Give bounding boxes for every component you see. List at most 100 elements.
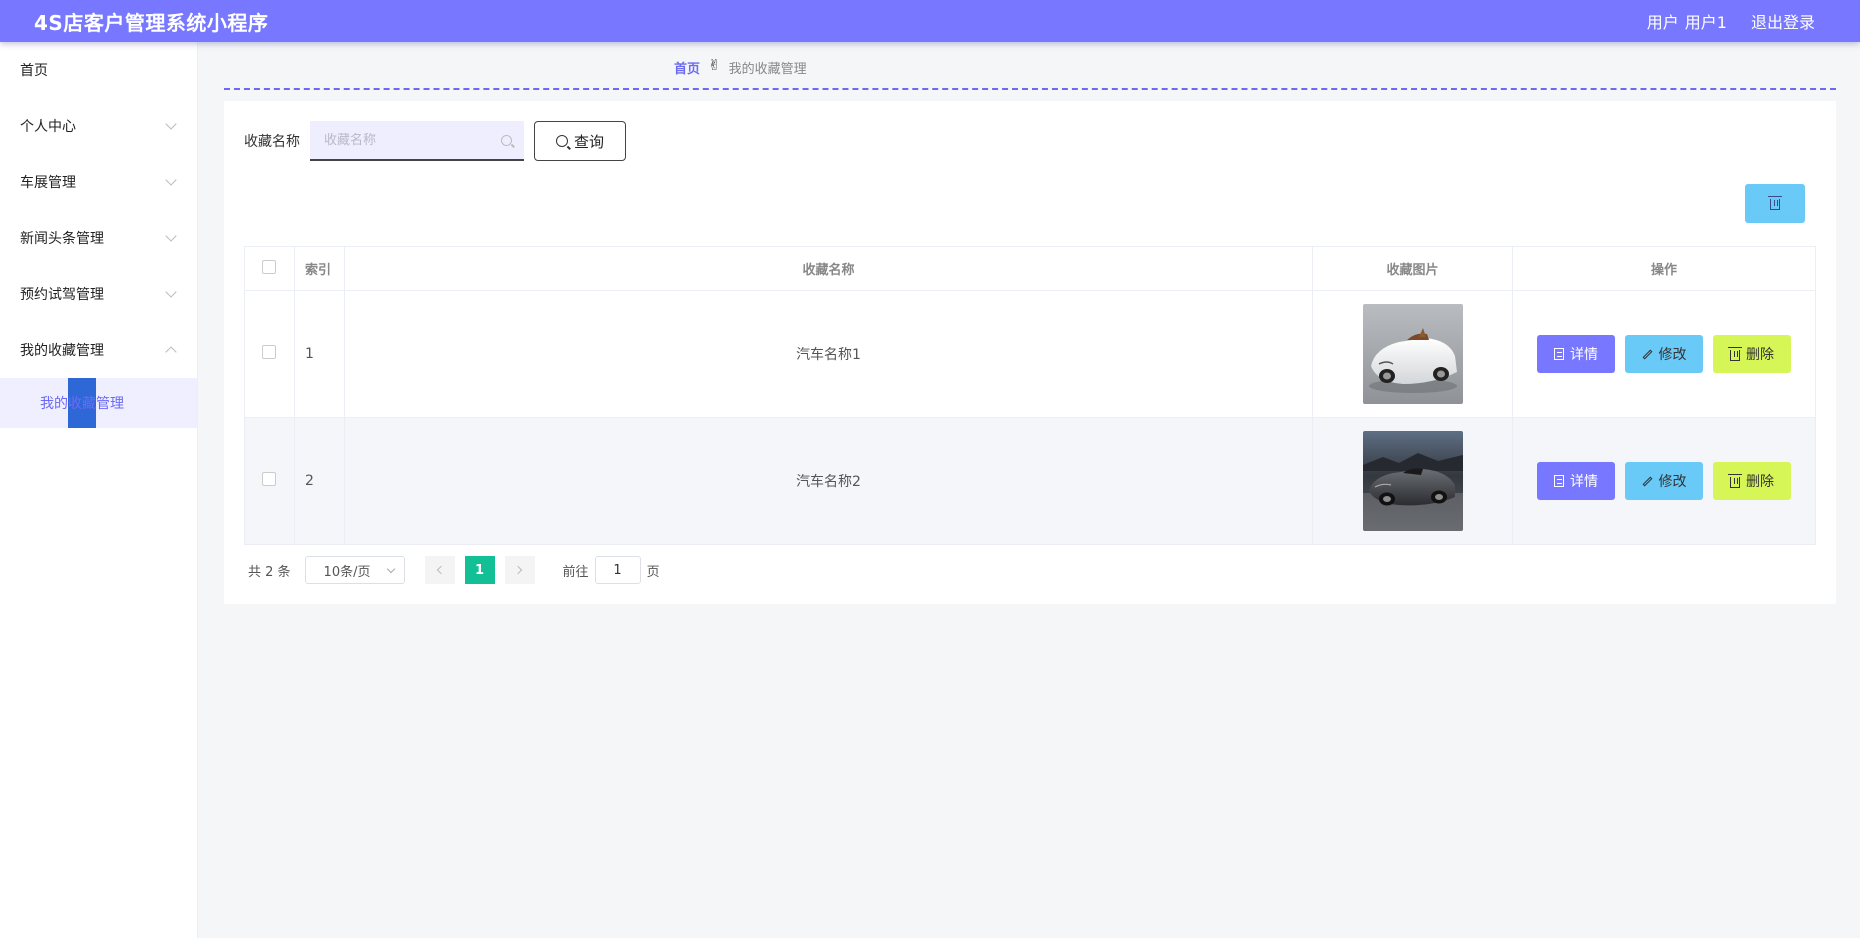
select-all-cell	[244, 246, 295, 291]
search-box	[310, 121, 524, 161]
chevron-down-icon	[165, 230, 177, 242]
car-photo[interactable]	[1362, 431, 1463, 531]
prev-page-button[interactable]	[424, 556, 455, 584]
page-number-current[interactable]: 1	[464, 556, 495, 584]
detail-button-label: 详情	[1570, 347, 1598, 363]
edit-icon	[1642, 476, 1652, 486]
page-size-select[interactable]: 10条/页	[304, 556, 405, 584]
trash-icon	[1768, 196, 1782, 210]
edit-button[interactable]: 修改	[1625, 335, 1703, 373]
sidebar-item-label: 个人中心	[20, 119, 76, 135]
select-all-checkbox[interactable]	[262, 259, 277, 274]
header-ops: 操作	[1512, 246, 1816, 291]
header-image: 收藏图片	[1312, 246, 1514, 291]
edit-button-label: 修改	[1658, 474, 1687, 490]
user-prefix: 用户	[1646, 13, 1679, 32]
table-header-row: 索引 收藏名称 收藏图片 操作	[244, 246, 1816, 291]
breadcrumb-home[interactable]: 首页	[674, 58, 700, 77]
chevron-left-icon	[436, 565, 446, 575]
main-panel: 收藏名称 查询 索引 收藏名称 收藏图片 操作 1 汽车名称1	[224, 101, 1836, 604]
sidebar-item-label: 我的收藏管理	[20, 343, 104, 359]
row-index: 1	[293, 290, 345, 418]
row-actions: 详情 修改 删除	[1513, 335, 1815, 373]
sidebar-item-label: 首页	[20, 63, 48, 79]
row-ops-cell: 详情 修改 删除	[1512, 417, 1816, 545]
delete-button[interactable]: 删除	[1713, 335, 1791, 373]
search-input[interactable]	[324, 132, 494, 148]
sidebar-item-news[interactable]: 新闻头条管理	[0, 210, 197, 266]
sidebar-item-home[interactable]: 首页	[0, 42, 197, 98]
sidebar-subitem-favorites[interactable]: 我的收藏管理	[0, 378, 197, 428]
breadcrumb-current: 我的收藏管理	[728, 62, 807, 77]
sidebar-item-label: 车展管理	[20, 175, 76, 191]
search-label: 收藏名称	[244, 134, 300, 150]
header-name: 收藏名称	[343, 246, 1314, 291]
batch-delete-button[interactable]	[1745, 184, 1805, 223]
goto-suffix: 页	[646, 564, 660, 580]
detail-button-label: 详情	[1570, 474, 1598, 490]
logout-button[interactable]: 退出登录	[1751, 9, 1815, 33]
header-index: 索引	[293, 246, 345, 291]
pagination-total: 共 2 条	[248, 564, 291, 580]
sidebar-item-car-show[interactable]: 车展管理	[0, 154, 197, 210]
row-index: 2	[293, 417, 345, 545]
chevron-down-icon	[165, 118, 177, 130]
breadcrumb: 首页 ✌ 我的收藏管理	[224, 58, 1836, 90]
favorites-table: 索引 收藏名称 收藏图片 操作 1 汽车名称1 详情 修改 删除 2 汽车名称2…	[244, 246, 1816, 545]
detail-button[interactable]: 详情	[1537, 462, 1615, 500]
hand-icon: ✌	[708, 56, 721, 74]
row-actions: 详情 修改 删除	[1513, 462, 1815, 500]
sidebar-item-test-drive[interactable]: 预约试驾管理	[0, 266, 197, 322]
search-row: 收藏名称 查询	[244, 121, 626, 161]
delete-button-label: 删除	[1746, 474, 1774, 490]
user-name: 用户1	[1684, 13, 1727, 32]
chevron-right-icon	[513, 565, 523, 575]
document-icon	[1554, 475, 1564, 487]
delete-button-label: 删除	[1746, 347, 1774, 363]
page-size-value: 10条/页	[323, 564, 371, 580]
sidebar: 首页 个人中心 车展管理 新闻头条管理 预约试驾管理 我的收藏管理 我的收藏管理	[0, 42, 198, 938]
search-icon	[555, 135, 568, 147]
detail-button[interactable]: 详情	[1537, 335, 1615, 373]
chevron-up-icon	[165, 346, 177, 358]
goto-prefix: 前往	[562, 564, 589, 580]
goto-page-input[interactable]	[594, 556, 641, 584]
search-icon	[501, 134, 512, 146]
header-right: 用户 用户1 退出登录	[1647, 9, 1815, 33]
edit-button-label: 修改	[1658, 347, 1687, 363]
next-page-button[interactable]	[504, 556, 535, 584]
chevron-down-icon	[165, 174, 177, 186]
sidebar-item-label: 新闻头条管理	[20, 231, 104, 247]
row-name: 汽车名称2	[343, 417, 1314, 545]
goto-page: 前往 页	[563, 556, 660, 584]
row-ops-cell: 详情 修改 删除	[1512, 290, 1816, 418]
app-title: 4S店客户管理系统小程序	[34, 10, 269, 35]
chevron-down-icon	[386, 564, 395, 573]
document-icon	[1554, 348, 1564, 360]
row-check-cell	[244, 290, 295, 418]
table-row: 2 汽车名称2 详情 修改 删除	[244, 417, 1816, 545]
pagination: 共 2 条 10条/页 1 前往 页	[248, 556, 660, 584]
trash-icon	[1728, 473, 1742, 488]
row-name: 汽车名称1	[343, 290, 1314, 418]
row-check-cell	[244, 417, 295, 545]
query-button[interactable]: 查询	[534, 121, 626, 161]
query-button-label: 查询	[573, 132, 604, 151]
table-row: 1 汽车名称1 详情 修改 删除	[244, 290, 1816, 418]
sidebar-subitem-label: 我的收藏管理	[40, 396, 124, 412]
top-header: 4S店客户管理系统小程序 用户 用户1 退出登录	[0, 0, 1860, 42]
edit-icon	[1642, 349, 1652, 359]
row-checkbox[interactable]	[262, 345, 277, 359]
sidebar-item-label: 预约试驾管理	[20, 287, 104, 303]
trash-icon	[1728, 346, 1742, 361]
row-checkbox[interactable]	[262, 472, 277, 486]
edit-button[interactable]: 修改	[1625, 462, 1703, 500]
delete-button[interactable]: 删除	[1713, 462, 1791, 500]
user-info: 用户 用户1	[1647, 9, 1727, 33]
sidebar-item-personal-center[interactable]: 个人中心	[0, 98, 197, 154]
row-image-cell	[1312, 417, 1514, 545]
car-photo[interactable]	[1362, 304, 1463, 404]
row-image-cell	[1312, 290, 1514, 418]
sidebar-item-favorites[interactable]: 我的收藏管理	[0, 322, 197, 378]
chevron-down-icon	[165, 286, 177, 298]
